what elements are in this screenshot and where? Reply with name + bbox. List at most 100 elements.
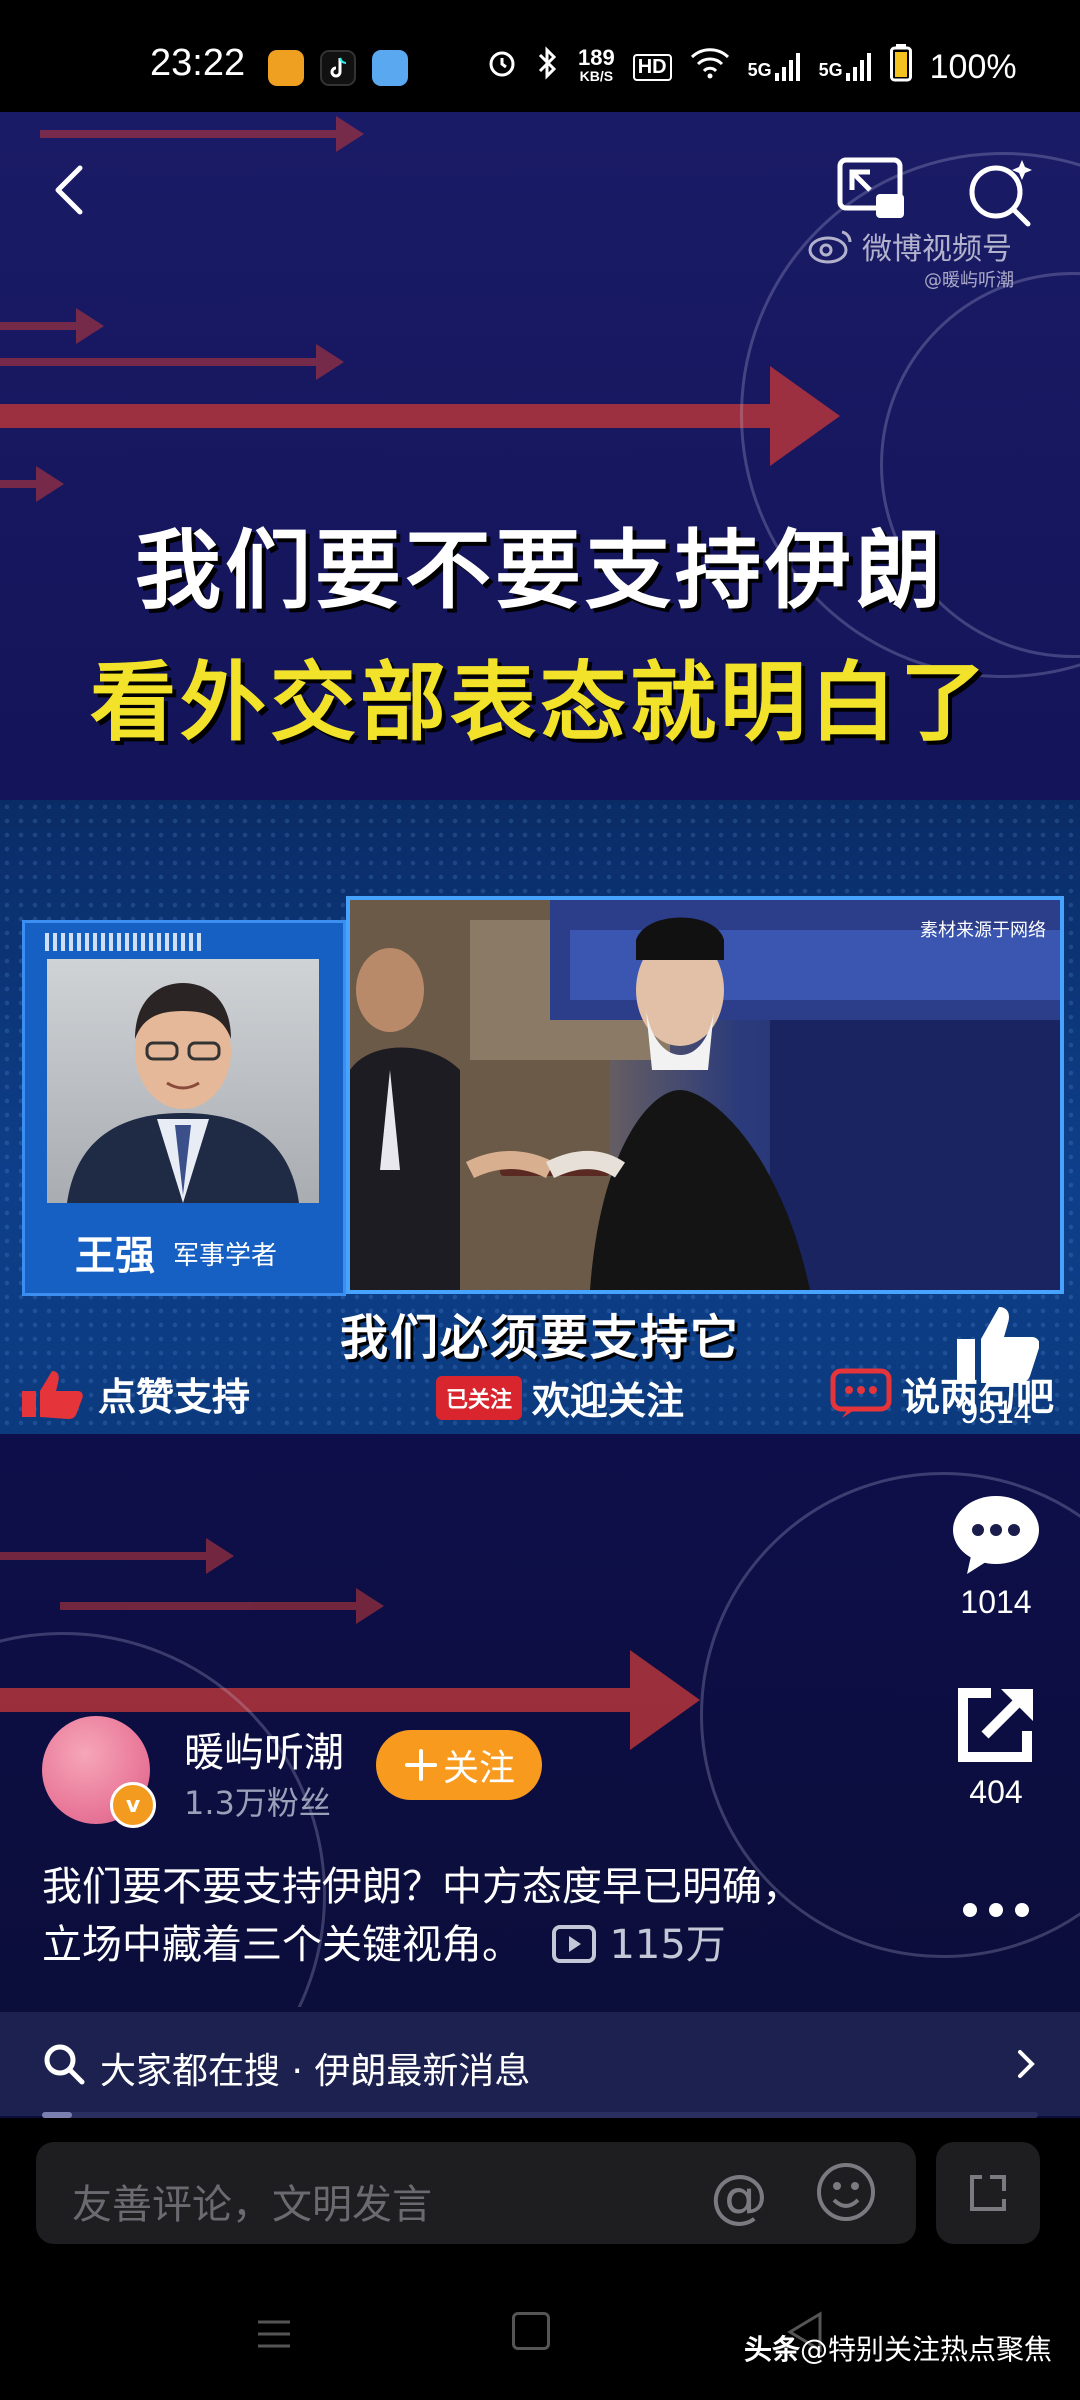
description-line2: 立场中藏着三个关键视角。 [42,1922,522,1968]
battery-percent: 100% [929,47,1017,86]
decor-arrow [60,1588,384,1624]
comment-button[interactable]: 1014 [948,1490,1044,1621]
status-bar: 23:22 189 KB/S HD 5G 5G 100% [0,0,1080,112]
mention-at-icon[interactable]: @ [710,2162,768,2230]
strip-like-label: 点赞支持 [98,1375,251,1419]
follow-button[interactable]: 关注 [376,1730,542,1800]
search-icon [44,2044,85,2085]
thumbs-up-icon [22,1370,83,1419]
share-count: 404 [969,1774,1023,1810]
speaker-photo [47,959,319,1203]
plus-icon [404,1749,437,1781]
signal-2-label: 5G [818,60,843,80]
like-button[interactable]: 9514 [948,1300,1044,1431]
trending-search-bar[interactable]: 大家都在搜 · 伊朗最新消息 [0,2012,1080,2116]
hd-badge-label: HD [637,55,667,78]
share-button[interactable]: 404 [948,1680,1044,1811]
bluetooth-icon [536,46,560,88]
system-icons: 189 KB/S HD 5G 5G 100% [486,44,1017,90]
hd-badge: HD [632,53,672,81]
strip-like: 点赞支持 [18,1366,250,1421]
signal-1-label: 5G [747,60,772,80]
decor-arrow [0,344,344,380]
speaker-card: 王强 军事学者 [22,920,346,1296]
more-options-button[interactable] [956,1890,1036,1930]
verified-mark: v [125,1792,141,1818]
search-sparkle-icon [969,160,1032,227]
strip-follow-label: 欢迎关注 [532,1379,685,1423]
video-headline-line2: 看外交部表态就明白了 [90,653,990,753]
system-nav-bar: 头条@特别关注热点聚焦 [0,2274,1080,2400]
home-button[interactable] [512,2312,550,2350]
watermark-handle: @暖屿听潮 [924,270,1014,291]
comment-icon [948,1490,1044,1578]
wifi-icon [690,47,730,87]
expand-comment-button[interactable] [936,2142,1040,2244]
play-count: 115万 [551,1922,726,1968]
video-headline-line1: 我们要不要支持伊朗 [135,521,945,621]
video-watermark: 微博视频号 [808,224,1012,268]
video-frame: 王强 军事学者 素材来源于网络 我们必须要支持它 点赞支持 已关注 欢迎关注 说… [0,800,1080,1434]
decor-arrow [0,366,840,466]
play-icon [551,1925,596,1963]
speaker-portrait [67,983,299,1203]
chevron-right-icon [1018,2050,1035,2078]
weibo-app-icon [268,50,304,86]
news-clip: 素材来源于网络 [346,896,1064,1294]
recent-apps-button[interactable] [254,2314,294,2354]
weather-app-icon [372,50,408,86]
comment-bar: 友善评论，文明发言 @ [0,2118,1080,2274]
watermark-text: 微博视频号 [862,232,1012,267]
comment-input[interactable]: 友善评论，文明发言 @ [36,2142,916,2244]
decor-arrow [0,466,64,502]
like-count: 9514 [960,1394,1032,1430]
comment-placeholder: 友善评论，文明发言 [72,2182,432,2228]
verified-badge-icon: v [110,1782,156,1828]
followed-tag: 已关注 [436,1375,523,1420]
share-icon [948,1680,1044,1768]
back-button[interactable] [42,160,102,220]
notification-icons [268,50,408,86]
credit-brand: 头条 [744,2333,801,2366]
comment-bubble-icon [830,1368,892,1418]
credit-handle: @特别关注热点聚焦 [800,2333,1053,2366]
thumbs-up-icon [948,1300,1044,1388]
video-bottom-strip: 点赞支持 已关注 欢迎关注 说两句吧 [0,1348,1080,1434]
author-fans: 1.3万粉丝 [184,1784,331,1822]
news-clip-scene [350,900,1060,1290]
decor-arrow [40,116,364,152]
clip-source-label: 素材来源于网络 [920,920,1046,941]
speaker-name: 王强 [75,1233,155,1279]
play-count-value: 115万 [609,1922,726,1968]
weibo-logo-icon [808,230,852,264]
decor-arrow [0,308,104,344]
status-time: 23:22 [150,42,246,84]
source-credit: 头条@特别关注热点聚焦 [744,2328,1052,2368]
tiktok-app-icon [320,50,356,86]
follow-label: 关注 [442,1748,515,1789]
more-dots-icon [963,1903,1029,1917]
card-stripes [45,933,201,951]
strip-follow: 已关注 欢迎关注 [436,1370,684,1425]
picture-in-picture-button[interactable] [836,156,908,224]
chevron-left-icon [55,165,83,215]
comment-count: 1014 [960,1584,1032,1620]
expand-icon [970,2175,1006,2211]
net-speed: 189 KB/S [578,45,615,85]
net-speed-unit: KB/S [579,68,614,84]
speaker-title: 军事学者 [173,1241,278,1271]
menu-icon [258,2320,290,2348]
video-description[interactable]: 我们要不要支持伊朗？中方态度早已明确， 立场中藏着三个关键视角。 115万 [42,1858,862,1974]
signal-1: 5G [748,53,801,81]
net-speed-value: 189 [578,45,615,70]
alarm-icon [486,47,518,87]
emoji-icon[interactable] [814,2160,878,2224]
description-line1: 我们要不要支持伊朗？中方态度早已明确， [42,1864,802,1910]
battery-icon [889,44,912,90]
decor-arrow [0,1538,234,1574]
pip-icon [837,157,904,218]
search-button[interactable] [964,156,1036,228]
trending-search-text: 大家都在搜 · 伊朗最新消息 [100,2051,531,2092]
author-name[interactable]: 暖屿听潮 [184,1720,344,1778]
description-line2-row: 立场中藏着三个关键视角。 115万 [42,1916,862,1974]
